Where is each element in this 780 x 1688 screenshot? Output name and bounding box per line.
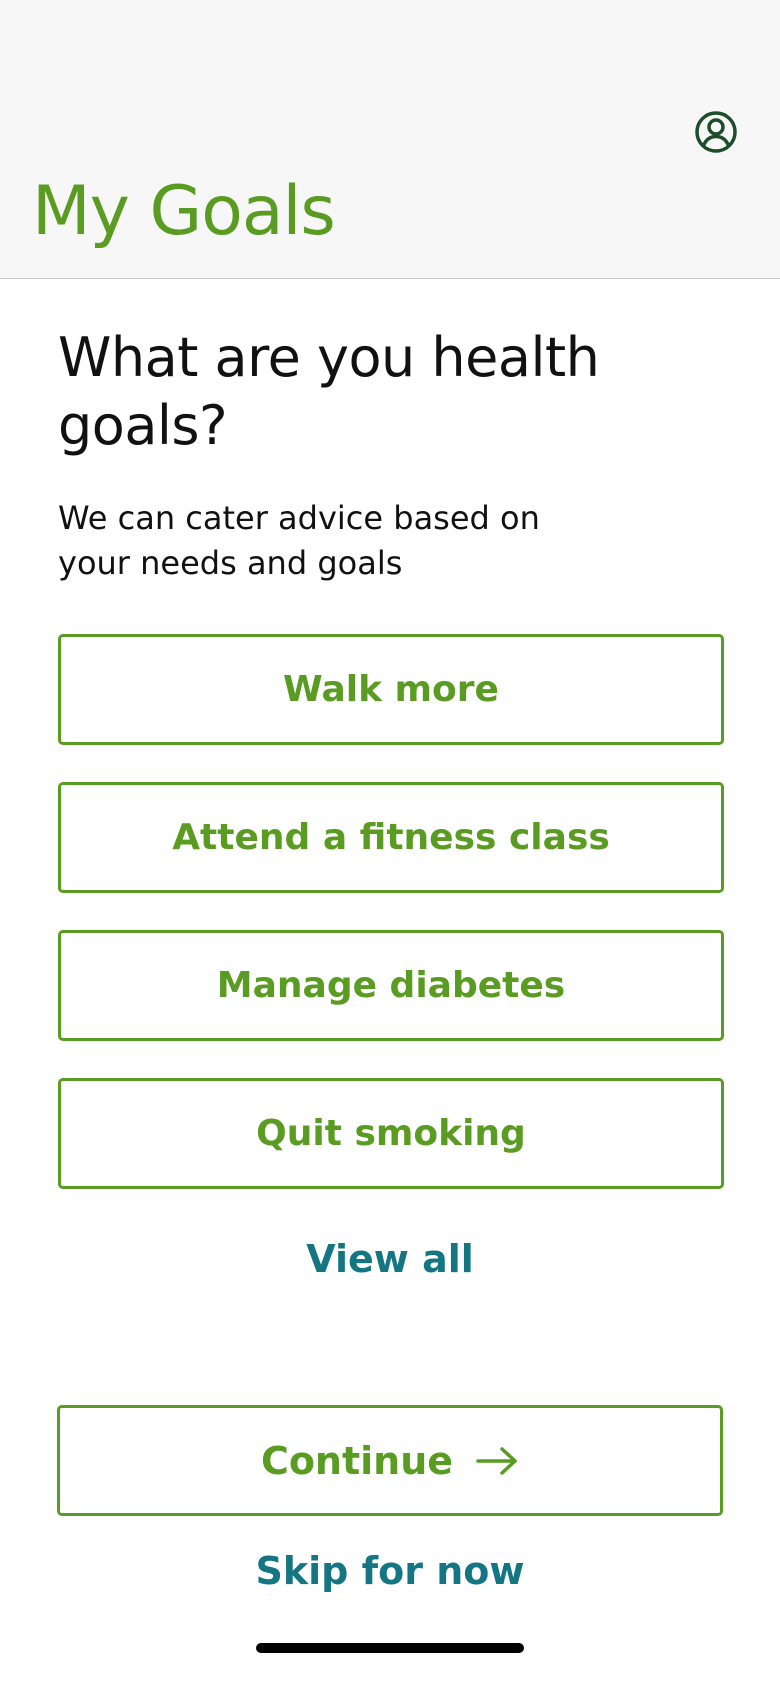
profile-button[interactable] — [692, 108, 740, 156]
arrow-right-icon — [475, 1446, 519, 1476]
goals-screen: My Goals What are you health goals? We c… — [0, 0, 780, 1688]
goal-button-walk-more[interactable]: Walk more — [58, 634, 724, 745]
continue-button[interactable]: Continue — [57, 1405, 723, 1516]
question-subtext: We can cater advice based on your needs … — [58, 499, 540, 582]
page-title: My Goals — [32, 172, 336, 251]
home-indicator — [256, 1643, 524, 1653]
goal-button-fitness-class[interactable]: Attend a fitness class — [58, 782, 724, 893]
user-circle-icon — [695, 111, 737, 153]
skip-for-now-link[interactable]: Skip for now — [0, 1549, 780, 1593]
goal-button-quit-smoking[interactable]: Quit smoking — [58, 1078, 724, 1189]
header: My Goals — [0, 0, 780, 279]
view-all-link[interactable]: View all — [0, 1237, 780, 1281]
goal-button-manage-diabetes[interactable]: Manage diabetes — [58, 930, 724, 1041]
continue-label: Continue — [260, 1438, 454, 1483]
question-heading: What are you health goals? — [58, 326, 600, 457]
